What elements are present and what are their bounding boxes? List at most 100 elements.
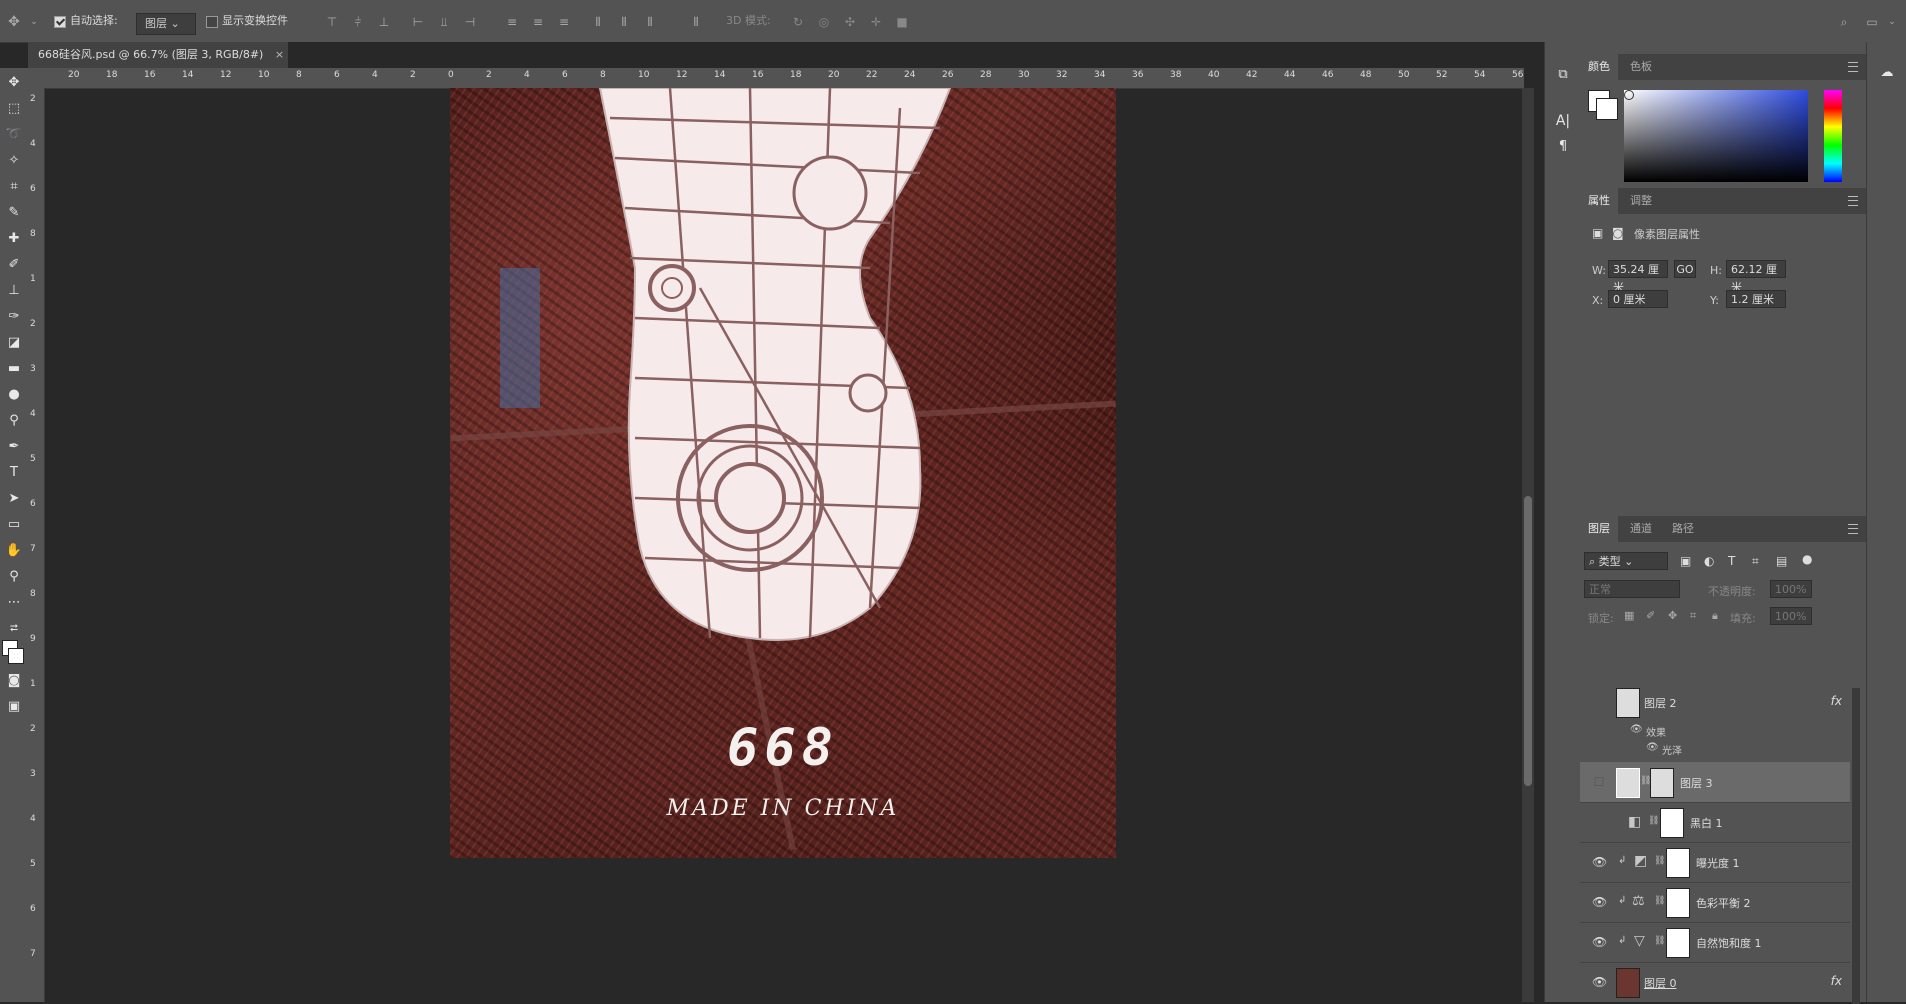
filter-type-icon[interactable]: T [1728, 554, 1735, 568]
swap-colors-icon[interactable]: ⮂ [2, 618, 26, 640]
lock-artboard-icon[interactable]: ⌗ [1690, 609, 1696, 623]
align-right-icon[interactable]: ⊣ [464, 16, 476, 28]
move-tool-icon[interactable]: ✥ [8, 15, 20, 29]
3d-rotate-icon[interactable]: ↻ [792, 16, 804, 28]
lock-transparency-icon[interactable]: ▦ [1624, 609, 1634, 622]
layer-row[interactable]: 👁︎ 图层 0 fx 👁︎ 效果 光泽 [1580, 962, 1850, 1002]
pen-tool-icon[interactable]: ✒ [2, 436, 26, 458]
dodge-tool-icon[interactable]: ⚲ [2, 410, 26, 432]
close-tab-icon[interactable]: × [275, 48, 284, 61]
eye-icon[interactable]: 👁︎ [1592, 855, 1607, 869]
3d-scale-icon[interactable]: ■ [896, 16, 908, 28]
distribute-left-icon[interactable]: ⦀ [592, 16, 604, 28]
layer-row-selected[interactable]: ☐ ⛓ 图层 3 [1580, 762, 1850, 803]
stamp-tool-icon[interactable]: ⊥ [2, 280, 26, 302]
zoom-tool-icon[interactable]: ⚲ [2, 566, 26, 588]
tab-adjustments[interactable]: 调整 [1622, 188, 1660, 214]
background-color-swatch[interactable] [8, 648, 24, 664]
layer-name[interactable]: 黑白 1 [1690, 815, 1723, 831]
layer-name[interactable]: 色彩平衡 2 [1696, 895, 1751, 911]
layers-scrollbar[interactable] [1852, 688, 1860, 1004]
eye-icon[interactable]: 👁︎ [1592, 935, 1607, 949]
layer-row[interactable]: 👁︎ ↲ ▽ ⛓ 自然饱和度 1 [1580, 922, 1850, 963]
effects-eye-icon[interactable]: 👁︎ [1630, 724, 1643, 735]
align-vcenter-icon[interactable]: ⫩ [352, 16, 364, 28]
align-left-icon[interactable]: ⊢ [412, 16, 424, 28]
link-dimensions-icon[interactable]: GO [1674, 260, 1696, 278]
workspace-icon[interactable]: ▭ [1866, 16, 1878, 28]
fill-field[interactable]: 100% [1770, 607, 1812, 625]
document-canvas[interactable]: 668 MADE IN CHINA [450, 88, 1116, 858]
tab-color[interactable]: 颜色 [1580, 54, 1618, 80]
width-field[interactable]: 35.24 厘米 [1608, 260, 1668, 294]
auto-select-dropdown[interactable]: 图层 ⌄ [136, 13, 196, 35]
libraries-icon[interactable]: ☁ [1875, 62, 1899, 84]
document-tab[interactable]: 668硅谷风.psd @ 66.7% (图层 3, RGB/8#) × [28, 42, 288, 68]
eye-icon[interactable]: 👁︎ [1592, 975, 1607, 989]
visibility-toggle[interactable]: ☐ [1592, 815, 1606, 829]
history-panel-icon[interactable]: ⧉ [1551, 64, 1575, 86]
properties-panel-menu-icon[interactable] [1848, 196, 1858, 206]
move-tool-icon[interactable]: ✥ [2, 72, 26, 94]
type-tool-icon[interactable]: T [2, 462, 26, 484]
auto-select-checkbox[interactable] [54, 16, 66, 28]
auto-align-icon[interactable]: ⦀ [690, 16, 702, 28]
gradient-tool-icon[interactable]: ▬ [2, 358, 26, 380]
chevron-down-icon[interactable]: ⌄ [28, 16, 40, 28]
link-icon[interactable]: ⛓ [1654, 936, 1665, 946]
lock-position-icon[interactable]: ✥ [1668, 609, 1677, 622]
marquee-tool-icon[interactable]: ⬚ [2, 98, 26, 120]
lock-all-icon[interactable]: 🔒︎ [1712, 609, 1718, 623]
hue-slider[interactable] [1824, 90, 1842, 182]
color-field[interactable] [1624, 90, 1808, 182]
more-tools-icon[interactable]: ⋯ [2, 592, 26, 614]
brush-tool-icon[interactable]: ✐ [2, 254, 26, 276]
layer-name[interactable]: 图层 3 [1680, 775, 1713, 791]
align-top-icon[interactable]: ⊤ [326, 16, 338, 28]
layer-row[interactable]: ☐ 图层 2 fx 👁︎ 效果 👁︎ 光泽 [1580, 682, 1850, 763]
layer-name[interactable]: 图层 0 [1644, 975, 1677, 991]
tab-properties[interactable]: 属性 [1580, 188, 1618, 214]
tab-paths[interactable]: 路径 [1664, 516, 1702, 542]
lock-pixels-icon[interactable]: ✐ [1646, 609, 1655, 622]
align-hcenter-icon[interactable]: ⫫ [438, 16, 450, 28]
eyedropper-icon[interactable]: ✎ [2, 202, 26, 224]
3d-pan-icon[interactable]: ✣ [844, 16, 856, 28]
3d-roll-icon[interactable]: ◎ [818, 16, 830, 28]
tab-swatches[interactable]: 色板 [1622, 54, 1660, 80]
layer-row[interactable]: 👁︎ ↲ ⚖ ⛓ 色彩平衡 2 [1580, 882, 1850, 923]
lasso-tool-icon[interactable]: ➰ [2, 124, 26, 146]
visibility-toggle[interactable]: ☐ [1592, 775, 1606, 789]
layer-fx-badge[interactable]: fx [1831, 974, 1842, 988]
layer-filter-dropdown[interactable]: ⌕ 类型 ⌄ [1584, 552, 1668, 570]
magic-wand-icon[interactable]: ✧ [2, 150, 26, 172]
visibility-toggle[interactable]: ☐ [1592, 695, 1606, 709]
y-field[interactable]: 1.2 厘米 [1726, 290, 1786, 308]
color-panel-menu-icon[interactable] [1848, 62, 1858, 72]
link-icon[interactable]: ⛓ [1648, 816, 1659, 826]
color-picker-handle[interactable] [1624, 90, 1634, 100]
crop-tool-icon[interactable]: ⌗ [2, 176, 26, 198]
paragraph-panel-icon[interactable]: ¶ [1551, 136, 1575, 158]
distribute-vcenter-icon[interactable]: ≡ [532, 16, 544, 28]
effect-eye-icon[interactable]: 👁︎ [1646, 742, 1659, 753]
opacity-field[interactable]: 100% [1770, 580, 1812, 598]
vertical-scrollbar-thumb[interactable] [1524, 496, 1532, 786]
screen-mode-icon[interactable]: ▣ [2, 696, 26, 718]
background-color-chip[interactable] [1596, 98, 1618, 120]
link-icon[interactable]: ⛓ [1654, 896, 1665, 906]
layers-panel-menu-icon[interactable] [1848, 524, 1858, 534]
layer-name[interactable]: 自然饱和度 1 [1696, 935, 1762, 951]
x-field[interactable]: 0 厘米 [1608, 290, 1668, 308]
layer-row[interactable]: 👁︎ ↲ ◩ ⛓ 曝光度 1 [1580, 842, 1850, 883]
quick-mask-icon[interactable]: ◙ [2, 670, 26, 692]
distribute-top-icon[interactable]: ≡ [506, 16, 518, 28]
eye-icon[interactable]: 👁︎ [1592, 895, 1607, 909]
align-bottom-icon[interactable]: ⊥ [378, 16, 390, 28]
eraser-tool-icon[interactable]: ◪ [2, 332, 26, 354]
hand-tool-icon[interactable]: ✋ [2, 540, 26, 562]
filter-pixel-icon[interactable]: ▣ [1680, 554, 1691, 568]
filter-shape-icon[interactable]: ⌗ [1752, 554, 1759, 569]
height-field[interactable]: 62.12 厘米 [1726, 260, 1786, 294]
layer-fx-badge[interactable]: fx [1831, 694, 1842, 708]
